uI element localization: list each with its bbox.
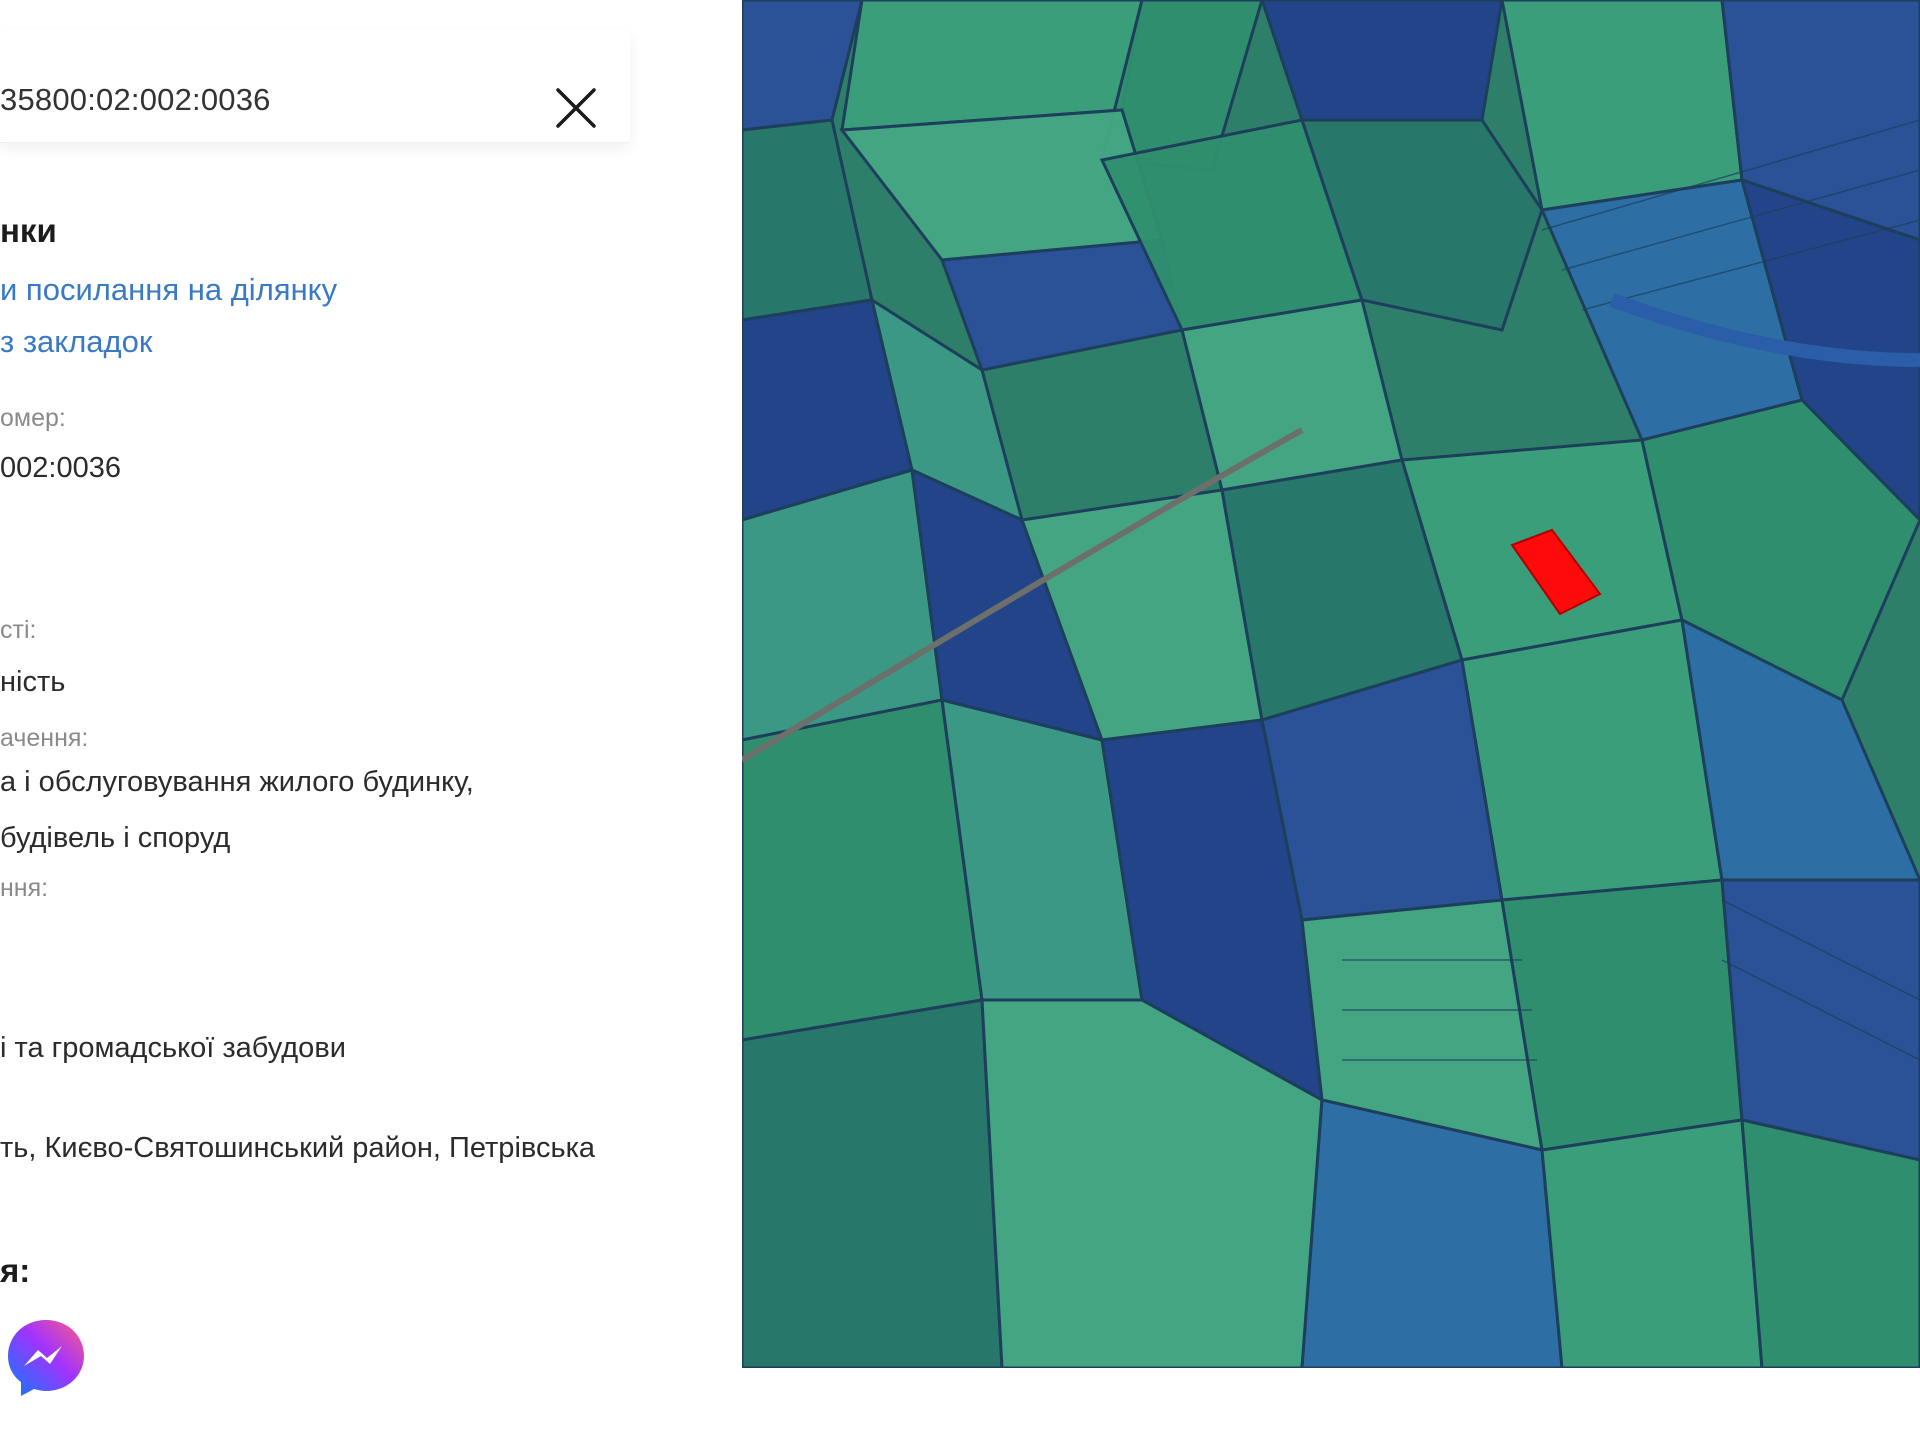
close-button[interactable] xyxy=(548,80,604,136)
purpose-value-line2: будівель і споруд xyxy=(0,822,231,854)
purpose-value-line1: а і обслуговування жилого будинку, xyxy=(0,766,474,798)
section-title: нки xyxy=(0,212,57,249)
close-icon[interactable] xyxy=(548,80,604,136)
map-canvas[interactable] xyxy=(742,0,1920,1368)
cadastral-number-value: 002:0036 xyxy=(0,452,121,484)
category-value: і та громадської забудови xyxy=(0,1032,346,1064)
usage-label: ння: xyxy=(0,874,49,902)
parcel-info-panel: 35800:02:002:0036 нки и посилання на діл… xyxy=(0,0,740,1440)
cadastral-number-label: омер: xyxy=(0,404,66,432)
messenger-share-button[interactable] xyxy=(0,1312,92,1404)
cadastral-map[interactable] xyxy=(742,0,1920,1368)
ownership-label: сті: xyxy=(0,616,37,644)
search-box[interactable]: 35800:02:002:0036 xyxy=(0,30,630,143)
bookmark-link[interactable]: з закладок xyxy=(0,324,152,360)
search-value[interactable]: 35800:02:002:0036 xyxy=(0,82,271,118)
messenger-icon[interactable] xyxy=(0,1312,92,1404)
share-title: я: xyxy=(0,1252,31,1289)
address-value: ть, Києво-Святошинський район, Петрівськ… xyxy=(0,1132,596,1164)
copy-link[interactable]: и посилання на ділянку xyxy=(0,272,337,308)
field-parcels xyxy=(742,0,1920,1368)
ownership-value: ність xyxy=(0,666,66,698)
purpose-label: ачення: xyxy=(0,724,89,752)
